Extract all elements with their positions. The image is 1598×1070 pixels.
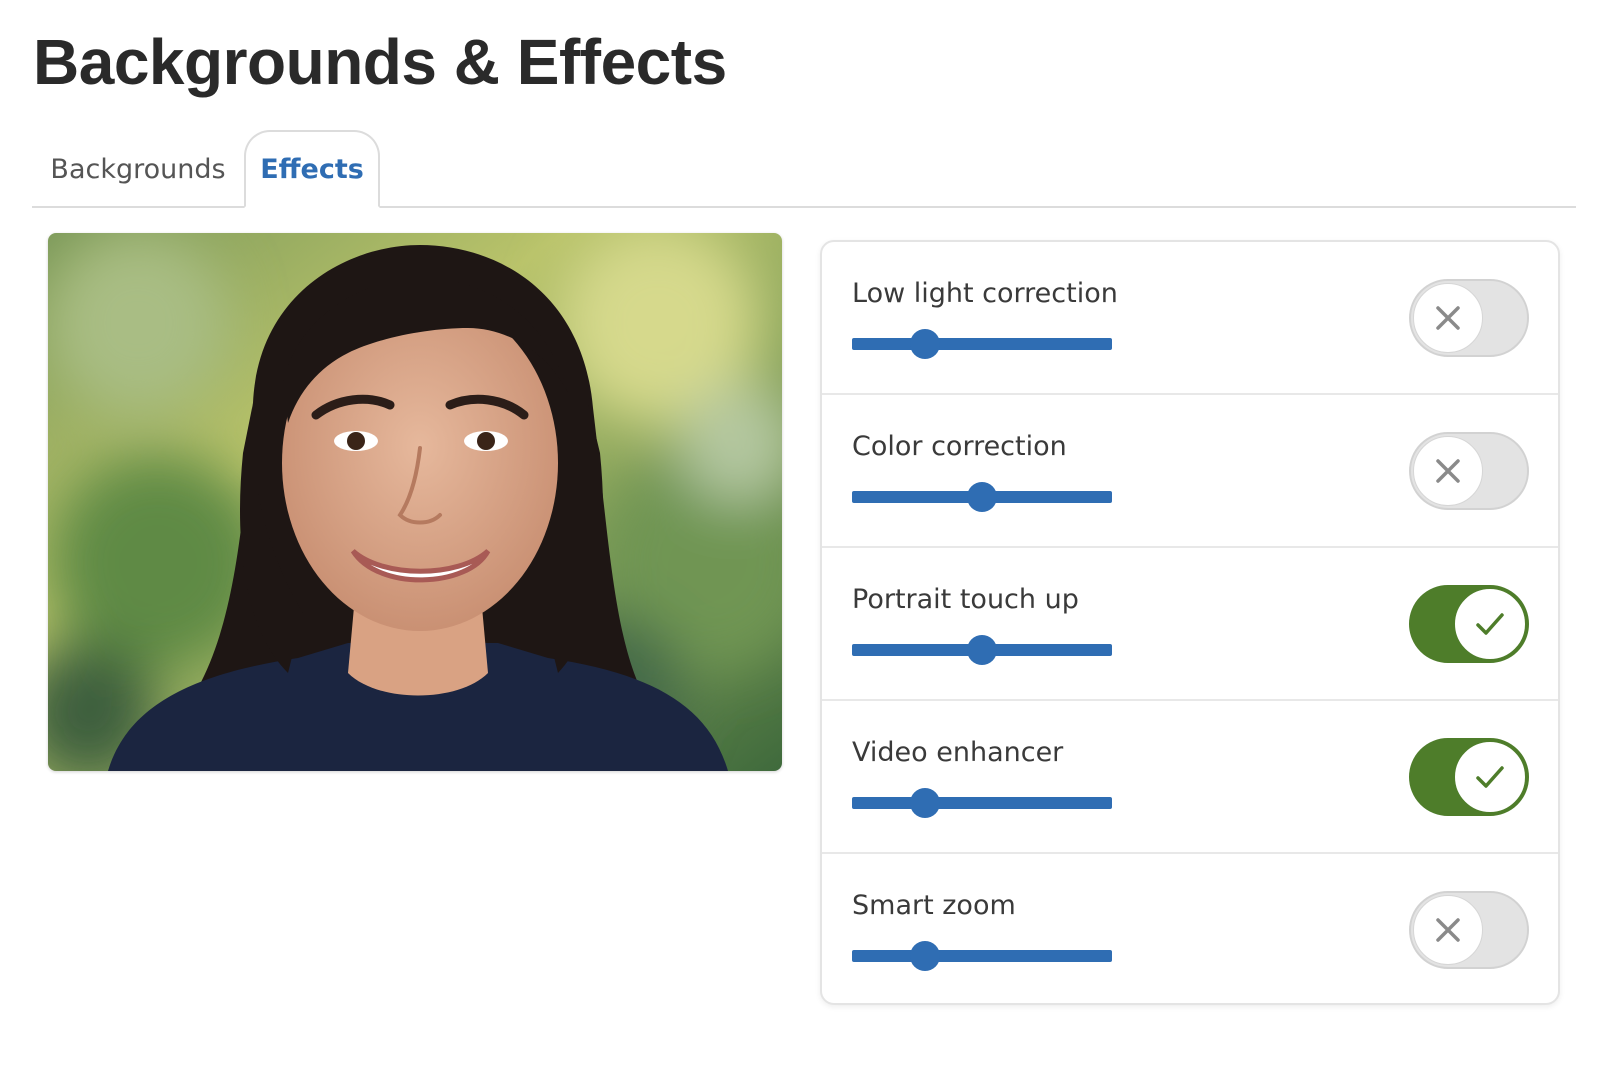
effects-panel: Low light correction Color correction Po…	[820, 240, 1560, 1005]
x-icon	[1436, 306, 1460, 330]
slider-thumb[interactable]	[967, 635, 997, 665]
tab-strip: Backgrounds Effects	[32, 126, 1576, 208]
tab-effects[interactable]: Effects	[244, 130, 380, 208]
effect-label: Smart zoom	[852, 890, 1016, 921]
effect-label: Color correction	[852, 431, 1067, 462]
video-enhancer-toggle[interactable]	[1409, 738, 1529, 816]
page-title: Backgrounds & Effects	[33, 26, 727, 98]
smart-zoom-toggle[interactable]	[1409, 891, 1529, 969]
camera-preview	[48, 233, 782, 771]
tab-backgrounds[interactable]: Backgrounds	[32, 130, 244, 208]
x-icon	[1436, 918, 1460, 942]
color-correction-toggle[interactable]	[1409, 432, 1529, 510]
toggle-knob	[1455, 589, 1525, 659]
portrait-touch-up-toggle[interactable]	[1409, 585, 1529, 663]
effect-label: Video enhancer	[852, 737, 1064, 768]
effect-row-low-light: Low light correction	[822, 242, 1558, 395]
slider-track	[852, 338, 1112, 350]
toggle-knob	[1413, 895, 1483, 965]
effect-row-video-enhancer: Video enhancer	[822, 701, 1558, 854]
color-correction-slider[interactable]	[852, 482, 1112, 512]
slider-thumb[interactable]	[967, 482, 997, 512]
slider-thumb[interactable]	[909, 941, 940, 971]
smart-zoom-slider[interactable]	[852, 941, 1112, 971]
portrait-touch-up-slider[interactable]	[852, 635, 1112, 665]
low-light-slider[interactable]	[852, 329, 1112, 359]
slider-track	[852, 950, 1112, 962]
toggle-knob	[1413, 283, 1483, 353]
toggle-knob	[1455, 742, 1525, 812]
slider-thumb[interactable]	[909, 788, 940, 818]
slider-thumb[interactable]	[909, 329, 940, 359]
check-icon	[1476, 613, 1504, 635]
portrait-preview-image	[48, 233, 782, 771]
low-light-toggle[interactable]	[1409, 279, 1529, 357]
effect-row-portrait-touch-up: Portrait touch up	[822, 548, 1558, 701]
effect-label: Portrait touch up	[852, 584, 1079, 615]
check-icon	[1476, 766, 1504, 788]
backgrounds-effects-page: Backgrounds & Effects Backgrounds Effect…	[0, 0, 1598, 1070]
effect-label: Low light correction	[852, 278, 1118, 309]
video-enhancer-slider[interactable]	[852, 788, 1112, 818]
effect-row-smart-zoom: Smart zoom	[822, 854, 1558, 1003]
toggle-knob	[1413, 436, 1483, 506]
effect-row-color-correction: Color correction	[822, 395, 1558, 548]
x-icon	[1436, 459, 1460, 483]
slider-track	[852, 797, 1112, 809]
